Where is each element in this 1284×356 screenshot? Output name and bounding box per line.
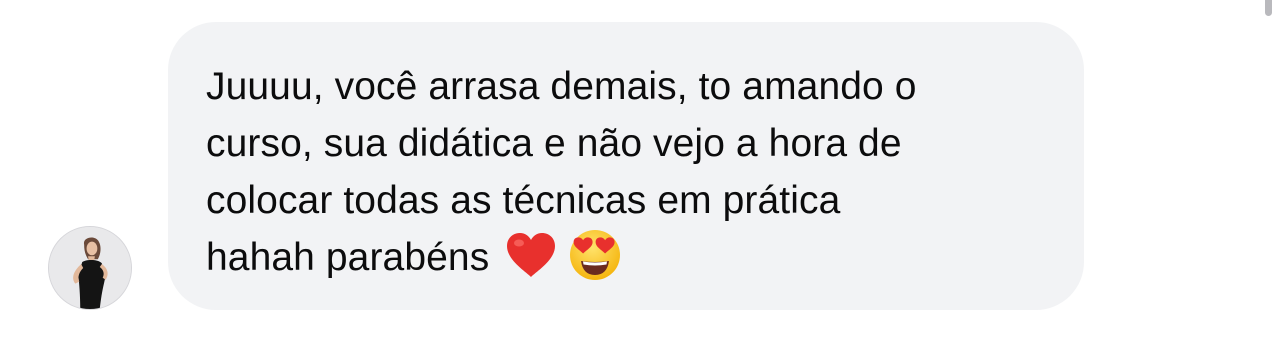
chat-view: Juuuu, você arrasa demais, to amando o c…: [0, 0, 1284, 356]
message-line-4-text: hahah parabéns: [206, 236, 490, 279]
sender-avatar[interactable]: [48, 226, 132, 310]
message-line-4: hahah parabéns: [206, 229, 1044, 288]
message-line-3: colocar todas as técnicas em prática: [206, 179, 841, 222]
user-avatar-photo-icon: [49, 227, 131, 309]
red-heart-icon: [503, 227, 559, 283]
heart-eyes-face-icon: [567, 227, 623, 283]
message-line-1: Juuuu, você arrasa demais, to amando o: [206, 65, 917, 108]
message-line-2: curso, sua didática e não vejo a hora de: [206, 122, 902, 165]
scrollbar[interactable]: [1265, 0, 1272, 16]
message-bubble[interactable]: Juuuu, você arrasa demais, to amando o c…: [168, 22, 1084, 310]
